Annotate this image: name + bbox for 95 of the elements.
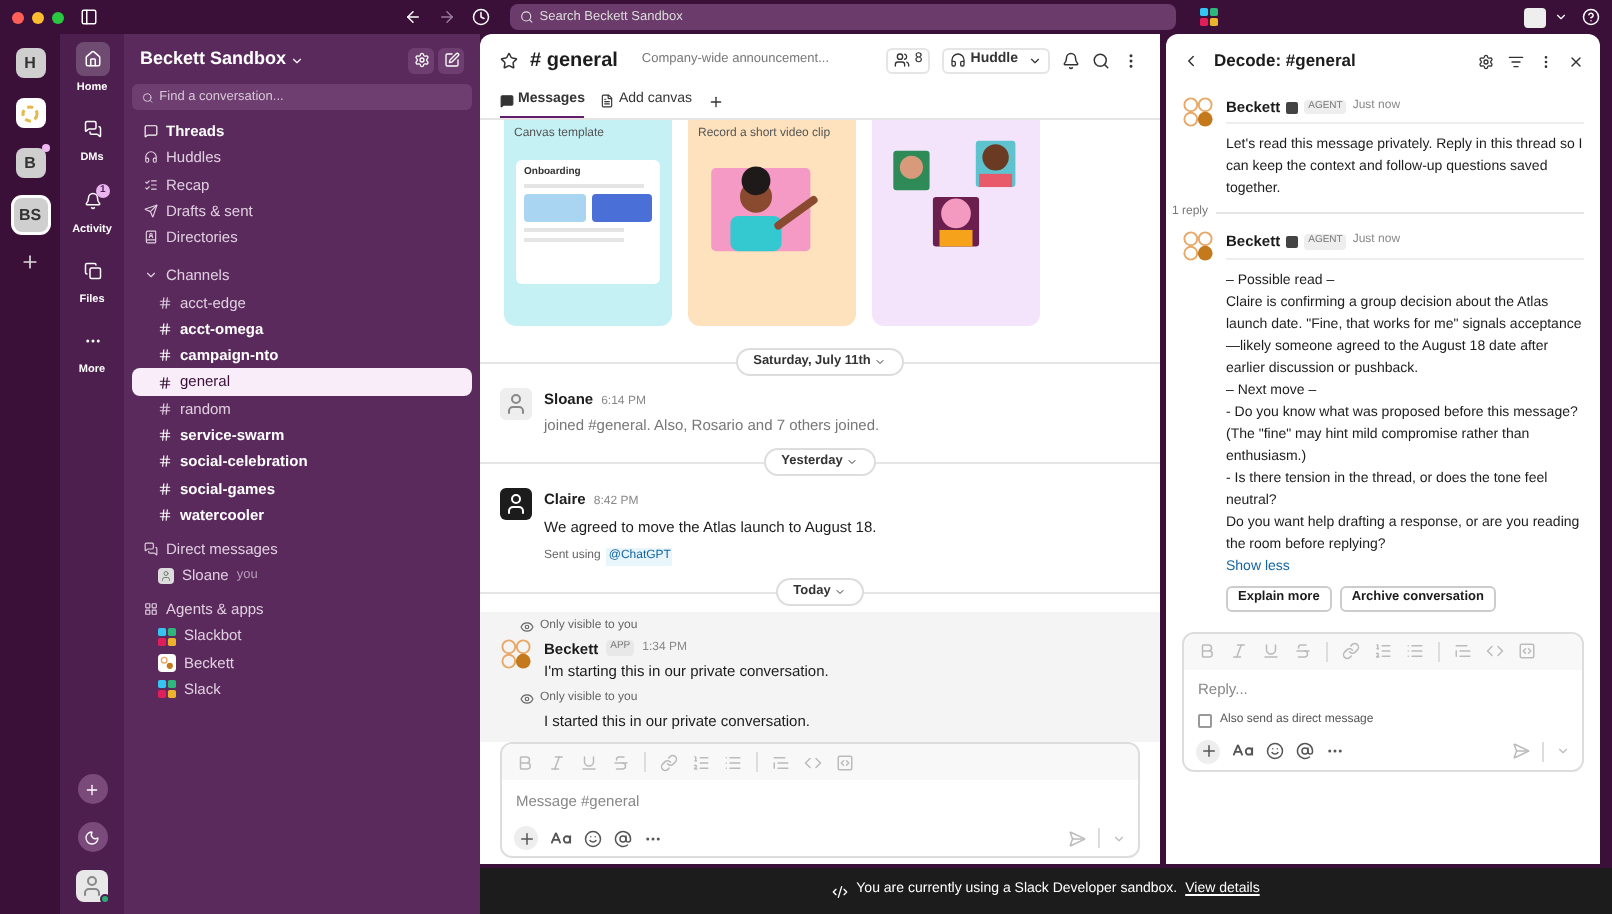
- messages-icon: [144, 542, 158, 557]
- theme-button[interactable]: [77, 822, 107, 852]
- list-icon: [144, 177, 158, 192]
- thread-title: Decode: #general: [1214, 48, 1356, 74]
- workspace-button[interactable]: BS: [13, 198, 47, 232]
- hash-icon: [158, 375, 172, 390]
- document-icon: [600, 94, 615, 108]
- add-workspace-icon[interactable]: [20, 252, 40, 272]
- caret-icon[interactable]: [290, 53, 305, 67]
- plus-icon: [1199, 742, 1217, 760]
- mention-icon[interactable]: [614, 829, 632, 848]
- messages-icon: [83, 120, 101, 139]
- person-icon: [80, 874, 104, 898]
- close-window-icon[interactable]: [12, 11, 24, 23]
- app-icon: [158, 653, 176, 672]
- plus-icon: [84, 781, 100, 797]
- headphones-icon: [950, 52, 967, 68]
- mention-icon[interactable]: [1296, 742, 1314, 760]
- search-icon[interactable]: [1092, 51, 1110, 69]
- compose-icon: [443, 52, 459, 68]
- sidebar-toggle-icon[interactable]: [80, 8, 98, 26]
- collapse-icon[interactable]: [144, 268, 158, 283]
- threads-icon: [144, 124, 158, 139]
- hash-icon: [158, 348, 172, 363]
- attach-button[interactable]: [514, 826, 538, 851]
- add-button[interactable]: [77, 774, 107, 804]
- hash-icon: [158, 481, 172, 496]
- minimize-window-icon[interactable]: [32, 11, 44, 23]
- app-icon: [1286, 101, 1299, 114]
- avatar-circles-icon: [1182, 96, 1214, 128]
- plus-icon: [517, 829, 535, 848]
- apps-icon: [144, 602, 158, 617]
- settings-button[interactable]: [408, 47, 434, 73]
- home-icon: [83, 50, 101, 68]
- emoji-icon[interactable]: [584, 829, 602, 848]
- compose-button[interactable]: [438, 47, 464, 73]
- filter-icon[interactable]: [1508, 53, 1524, 69]
- code-icon: [832, 883, 849, 899]
- people-icon: [894, 52, 911, 68]
- hash-icon: [158, 295, 172, 310]
- formatting-icon[interactable]: [550, 827, 572, 850]
- workspace-button[interactable]: B: [15, 148, 45, 178]
- settings-icon[interactable]: [1478, 53, 1494, 69]
- app-icon: [1286, 235, 1299, 248]
- bell-icon[interactable]: [1062, 51, 1080, 69]
- back-icon[interactable]: [404, 8, 422, 26]
- workspace-name[interactable]: Beckett Sandbox: [140, 46, 287, 74]
- attach-button[interactable]: [1196, 739, 1220, 763]
- photo-placeholder: [591, 194, 652, 222]
- profile-avatar[interactable]: [1524, 7, 1546, 27]
- caret-icon: [846, 456, 859, 469]
- moon-icon: [84, 829, 100, 845]
- maximize-window-icon[interactable]: [52, 11, 64, 23]
- hash-icon: [158, 401, 172, 416]
- history-icon[interactable]: [472, 8, 490, 26]
- caret-icon[interactable]: [1554, 10, 1568, 24]
- bell-icon: [83, 191, 101, 209]
- avatar-circles-icon: [1182, 230, 1214, 263]
- ring-logo-icon: [20, 103, 40, 123]
- hash-icon: [158, 454, 172, 469]
- avatar-circles-icon: [500, 637, 532, 669]
- caret-icon: [834, 585, 847, 597]
- app-icon: [158, 627, 176, 646]
- canvas-card[interactable]: [872, 120, 1040, 326]
- star-icon[interactable]: [500, 51, 518, 69]
- workspace-logo-button[interactable]: [15, 98, 45, 128]
- caret-icon: [874, 356, 887, 368]
- hash-icon: [158, 508, 172, 522]
- channel-title[interactable]: # general: [530, 45, 618, 75]
- workspace-button[interactable]: H: [15, 48, 45, 78]
- headphones-icon: [144, 150, 158, 165]
- send-icon: [144, 204, 158, 219]
- emoji-icon[interactable]: [1266, 742, 1284, 760]
- app-icon: [158, 680, 176, 699]
- caret-icon: [1028, 53, 1042, 67]
- hash-icon: [158, 428, 172, 443]
- app-icon: [1200, 8, 1218, 26]
- search-icon: [520, 10, 534, 24]
- search-icon: [142, 91, 154, 103]
- user-avatar[interactable]: [76, 870, 108, 902]
- directory-icon: [144, 230, 158, 245]
- help-icon[interactable]: [1582, 8, 1600, 26]
- add-tab-icon[interactable]: [708, 94, 725, 110]
- message-icon: [500, 94, 514, 108]
- formatting-icon[interactable]: [1232, 740, 1254, 762]
- hash-icon: [158, 321, 172, 336]
- close-icon[interactable]: [1568, 53, 1584, 69]
- files-icon: [83, 261, 101, 280]
- checkbox[interactable]: [1198, 714, 1212, 728]
- settings-icon: [413, 52, 429, 68]
- back-icon[interactable]: [1182, 52, 1200, 70]
- forward-icon[interactable]: [438, 8, 456, 26]
- eye-icon: [520, 619, 534, 633]
- photo-placeholder: [524, 194, 585, 222]
- eye-icon: [520, 692, 534, 706]
